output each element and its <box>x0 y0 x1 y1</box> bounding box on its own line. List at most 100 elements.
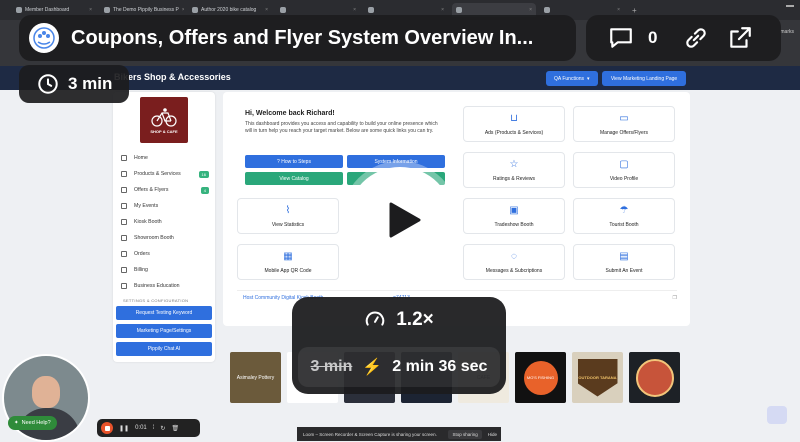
tab-favicon-icon <box>104 7 110 13</box>
pause-icon[interactable]: ❚❚ <box>119 425 129 432</box>
tile-ratings[interactable]: ☆ Ratings & Reviews <box>463 152 565 188</box>
tag-icon <box>121 171 127 177</box>
restart-icon[interactable]: ↻ <box>160 425 165 432</box>
tab-favicon-icon <box>280 7 286 13</box>
tile-messages[interactable]: ◌ Messages & Subcriptions <box>463 244 565 280</box>
new-tab-icon[interactable]: + <box>632 6 637 15</box>
presenter-head <box>32 376 60 408</box>
help-icon: ✦ <box>14 420 19 426</box>
video-title-bar: Coupons, Offers and Flyer System Overvie… <box>19 15 576 61</box>
stop-recording-button[interactable] <box>101 422 113 434</box>
gallery-image[interactable]: MO'S FISHING <box>515 352 566 403</box>
tile-tradeshow[interactable]: ▣ Tradeshow Booth <box>463 198 565 234</box>
external-link-icon[interactable] <box>727 25 753 51</box>
channel-logo[interactable] <box>29 23 59 53</box>
sidebar-item-offers[interactable]: Offers & Flyers 4 <box>113 182 215 198</box>
sidebar-item-home[interactable]: Home <box>113 150 215 166</box>
view-catalog-button[interactable]: View Catalog <box>245 172 343 185</box>
tab-favicon-icon <box>368 7 374 13</box>
sidebar-item-kiosk[interactable]: Kiosk Booth <box>113 214 215 230</box>
tab-favicon-icon <box>16 7 22 13</box>
system-info-button[interactable]: System Information <box>347 155 445 168</box>
tile-offers[interactable]: ▭ Manage Offers/Flyers <box>573 106 675 142</box>
close-tab-icon[interactable]: × <box>617 7 620 13</box>
count-badge: 16 <box>198 170 209 178</box>
gallery-image[interactable] <box>629 352 680 403</box>
settings-header: SETTINGS & CONFIGURATION <box>123 298 189 303</box>
book-icon <box>121 283 127 289</box>
gauge-icon <box>365 311 385 326</box>
grid-icon[interactable]: ⁞ <box>153 425 155 431</box>
screen-share-bar: Loom – Screen Recorder & Screen Capture … <box>297 427 501 441</box>
original-duration: 3 min <box>310 358 353 375</box>
chevron-down-icon: ▾ <box>587 75 590 82</box>
link-icon[interactable] <box>683 25 709 51</box>
close-tab-icon[interactable]: × <box>182 7 184 13</box>
store-icon <box>121 235 127 241</box>
stop-icon <box>104 425 110 431</box>
gallery-image[interactable]: Asimaley Pottery <box>230 352 281 403</box>
tile-ads[interactable]: ⊔ Ads (Products & Services) <box>463 106 565 142</box>
badge-logo <box>635 358 674 397</box>
stop-sharing-button[interactable]: Stop sharing <box>448 429 482 439</box>
close-tab-icon[interactable]: × <box>265 7 268 13</box>
minimize-icon[interactable] <box>786 5 794 7</box>
trash-icon[interactable]: 🗑 <box>171 425 179 432</box>
card-icon <box>121 267 127 273</box>
sidebar-item-products[interactable]: Products & Services 16 <box>113 166 215 182</box>
need-help-button[interactable]: ✦ Need Help? <box>8 416 57 430</box>
playback-speed-card[interactable]: 1.2× 3 min ⚡ 2 min 36 sec <box>292 297 506 394</box>
clock-icon <box>38 74 58 94</box>
dashboard-main: Hi, Welcome back Richard! This dashboard… <box>223 92 690 326</box>
copy-icon[interactable]: ❐ <box>673 295 677 301</box>
sidebar-item-orders[interactable]: Orders <box>113 246 215 262</box>
tile-tourist[interactable]: ☂ Tourist Booth <box>573 198 675 234</box>
new-duration: 2 min 36 sec <box>392 358 488 375</box>
pippily-logo-icon <box>33 27 55 49</box>
close-tab-icon[interactable]: × <box>89 7 92 13</box>
sidebar-nav: Home Products & Services 16 Offers & Flye… <box>113 150 215 360</box>
qa-functions-button[interactable]: QA Functions ▾ <box>546 71 598 86</box>
tile-statistics[interactable]: ⌇ View Statistics <box>237 198 339 234</box>
close-tab-icon[interactable]: × <box>353 7 356 13</box>
play-button[interactable] <box>347 167 453 273</box>
count-badge: 4 <box>200 186 209 194</box>
chat-ai-button[interactable]: Pippily Chat AI <box>116 342 212 356</box>
booth-icon: ▣ <box>509 204 519 216</box>
sidebar-item-showroom[interactable]: Showroom Booth <box>113 230 215 246</box>
bookmarks-label[interactable]: marks <box>780 29 794 35</box>
shop-title: Bikers Shop & Accessories <box>114 72 231 82</box>
welcome-text: This dashboard provides you access and c… <box>245 121 438 134</box>
ticket-icon <box>121 187 127 193</box>
play-icon <box>389 202 421 238</box>
marketing-settings-button[interactable]: Marketing Page/Settings <box>116 324 212 338</box>
sidebar-item-events[interactable]: My Events <box>113 198 215 214</box>
business-logo: SHOP & CAFE <box>140 97 188 143</box>
kiosk-icon <box>121 219 127 225</box>
sidebar-item-billing[interactable]: Billing <box>113 262 215 278</box>
video-actions: 0 <box>586 15 781 61</box>
hide-button[interactable]: Hide <box>488 432 501 437</box>
sidebar-item-education[interactable]: Business Education <box>113 278 215 294</box>
tile-qr[interactable]: ▦ Mobile App QR Code <box>237 244 339 280</box>
close-tab-icon[interactable]: × <box>529 7 532 13</box>
tab-favicon-icon <box>192 7 198 13</box>
close-tab-icon[interactable]: × <box>441 7 444 13</box>
tab-favicon-icon <box>544 7 550 13</box>
recorder-toolbar: ❚❚ 0:01 ⁞ ↻ 🗑 <box>97 419 200 437</box>
star-icon: ☆ <box>509 158 519 170</box>
video-icon: ▢ <box>619 158 629 170</box>
request-keyword-button[interactable]: Request Texting Keyword <box>116 306 212 320</box>
tile-event[interactable]: ▤ Submit An Event <box>573 244 675 280</box>
gallery-image[interactable]: OUTDOOR TARANA <box>572 352 623 403</box>
tile-video[interactable]: ▢ Video Profile <box>573 152 675 188</box>
chat-icon: ◌ <box>511 250 517 262</box>
comment-icon[interactable] <box>608 25 634 51</box>
landing-page-button[interactable]: View Marketing Landing Page <box>602 71 686 86</box>
speed-row: 1.2× <box>292 309 506 331</box>
chat-widget-button[interactable] <box>767 406 787 424</box>
recording-time: 0:01 <box>135 425 147 431</box>
calendar-icon <box>121 203 127 209</box>
cart-icon <box>121 251 127 257</box>
how-to-button[interactable]: ? How to Steps <box>245 155 343 168</box>
